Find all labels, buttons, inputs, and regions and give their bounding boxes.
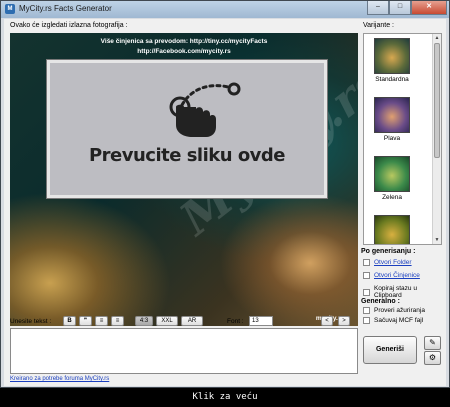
prev-button[interactable]: < (321, 316, 333, 326)
save-mcf-checkbox[interactable] (363, 317, 370, 324)
variant-label: Zelena (382, 194, 402, 201)
image-caption[interactable]: Klik za veću (0, 392, 450, 402)
minimize-button[interactable]: – (367, 1, 389, 15)
app-logo-icon: M (5, 4, 15, 14)
variant-label: Plava (383, 135, 401, 142)
text-input-label: Unesite tekst : (10, 318, 52, 325)
open-folder-link[interactable]: Otvori Folder (374, 259, 412, 266)
client-area: Ovako će izgledati izlazna fotografija :… (4, 19, 446, 386)
open-folder-option[interactable]: Otvori Folder (363, 259, 412, 266)
variants-label: Varijante : (363, 22, 394, 29)
footer-link[interactable]: Kreirano za potrebe foruma MyCity.rs (10, 376, 109, 382)
variant-item[interactable] (374, 215, 410, 244)
preview-label: Ovako će izgledati izlazna fotografija : (10, 22, 128, 29)
app-window: M MyCity.rs Facts Generator – □ ✕ Ovako … (0, 0, 450, 388)
variant-thumbnail (374, 97, 410, 133)
font-size-stepper[interactable]: 13 (249, 316, 273, 326)
check-updates-checkbox[interactable] (363, 307, 370, 314)
variant-zelena[interactable]: Zelena (374, 156, 410, 201)
ratio-button[interactable]: 4:3 (135, 316, 153, 326)
variant-label: Standardna (375, 76, 409, 83)
general-heading: Generalno : (361, 298, 400, 305)
quote-button[interactable]: ❞ (79, 316, 92, 326)
font-label: Font : (227, 318, 244, 325)
ar-button[interactable]: AR (181, 316, 203, 326)
variant-plava[interactable]: Plava (374, 97, 410, 142)
maximize-button[interactable]: □ (389, 1, 411, 15)
after-generate-heading: Po generisanju : (361, 248, 416, 255)
close-button[interactable]: ✕ (411, 1, 447, 15)
preview-header-line1: Više činjenica sa prevodom: http://tiny.… (100, 38, 268, 45)
variant-standardna[interactable]: Standardna (374, 38, 410, 83)
align-center-button[interactable]: ≡ (111, 316, 124, 326)
copy-path-label: Kopiraj stazu u Clipboard (373, 285, 417, 299)
save-mcf-label: Sačuvaj MCF fajl (374, 317, 424, 324)
align-left-button[interactable]: ≡ (95, 316, 108, 326)
open-fact-checkbox[interactable] (363, 272, 370, 279)
window-title: MyCity.rs Facts Generator (19, 4, 112, 13)
drop-zone-text: Prevucite sliku ovde (88, 145, 286, 166)
generate-button[interactable]: Generiši (363, 336, 417, 364)
save-mcf-option[interactable]: Sačuvaj MCF fajl (363, 317, 423, 324)
xxl-button[interactable]: XXL (156, 316, 178, 326)
settings-gear-icon[interactable]: ⚙ (424, 351, 441, 365)
variants-list[interactable]: Standardna Plava Zelena ▲ ▼ (363, 33, 442, 245)
drop-zone[interactable]: Prevucite sliku ovde (47, 60, 327, 198)
open-fact-option[interactable]: Otvori Činjenice (363, 272, 420, 279)
edit-pencil-icon[interactable]: ✎ (424, 336, 441, 350)
preview-image[interactable]: MyCity.rs Više činjenica sa prevodom: ht… (10, 33, 358, 326)
preview-header-line2: http://Facebook.com/mycity.rs (137, 48, 231, 55)
scroll-up-icon[interactable]: ▲ (433, 34, 441, 42)
check-updates-label: Proveri ažuriranja (374, 307, 425, 314)
drag-hand-icon (169, 82, 241, 137)
text-input[interactable] (10, 328, 358, 374)
title-bar[interactable]: M MyCity.rs Facts Generator – □ ✕ (1, 1, 449, 18)
bold-button[interactable]: B (63, 316, 76, 326)
next-button[interactable]: > (338, 316, 350, 326)
scrollbar-thumb[interactable] (434, 43, 440, 158)
variant-thumbnail (374, 38, 410, 74)
copy-path-option[interactable]: Kopiraj stazu u Clipboard (363, 285, 446, 299)
copy-path-checkbox[interactable] (363, 288, 370, 296)
window-controls: – □ ✕ (367, 1, 447, 15)
open-fact-link[interactable]: Otvori Činjenice (374, 272, 420, 279)
variants-scrollbar[interactable]: ▲ ▼ (432, 34, 441, 244)
check-updates-option[interactable]: Proveri ažuriranja (363, 307, 425, 314)
open-folder-checkbox[interactable] (363, 259, 370, 266)
variant-thumbnail (374, 156, 410, 192)
variant-thumbnail (374, 215, 410, 244)
scroll-down-icon[interactable]: ▼ (433, 236, 441, 244)
